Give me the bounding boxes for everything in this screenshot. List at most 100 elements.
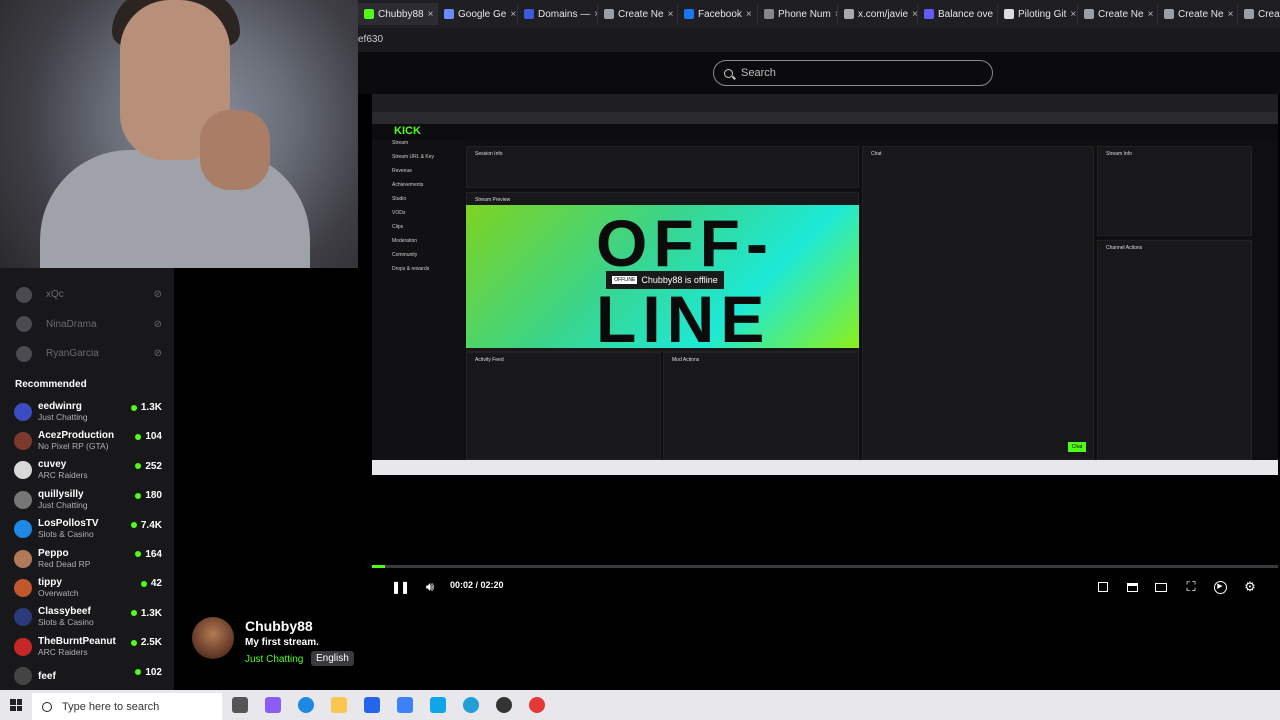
settings-button[interactable]: ⚙ xyxy=(1240,576,1260,598)
avatar xyxy=(14,637,32,656)
viewer-count: 102 xyxy=(135,667,162,678)
stream-info-bar xyxy=(174,606,1280,690)
miniplayer-button[interactable] xyxy=(1122,576,1142,598)
viewer-count: 1.3K xyxy=(131,402,162,413)
facebook-icon xyxy=(684,9,694,19)
viewer-count: 104 xyxy=(135,431,162,442)
browser-tab[interactable]: Domains —× xyxy=(518,3,598,25)
copilot-icon[interactable] xyxy=(265,697,281,713)
embedded-nav-item: Moderation xyxy=(392,238,418,244)
sidebar-item-recommended[interactable]: cuvey ARC Raiders 252 xyxy=(0,456,174,485)
github-icon xyxy=(1004,9,1014,19)
viewer-count: 42 xyxy=(141,578,162,589)
store-icon[interactable] xyxy=(364,697,380,713)
sidebar-item-recommended[interactable]: Classybeef Slots & Casino 1.3K xyxy=(0,603,174,632)
tab-label: Facebook xyxy=(698,8,742,20)
search-input[interactable]: Search xyxy=(713,60,993,86)
close-icon[interactable]: × xyxy=(428,9,434,20)
language-tag[interactable]: English xyxy=(311,651,354,666)
close-icon[interactable]: × xyxy=(668,9,674,20)
viewer-count: 7.4K xyxy=(131,520,162,531)
close-icon[interactable]: × xyxy=(1070,9,1076,20)
app-icon[interactable] xyxy=(529,697,545,713)
browser-tab[interactable]: Create Ne × xyxy=(598,3,678,25)
tab-label: Piloting Git xyxy=(1018,8,1067,20)
tab-label: Domains — xyxy=(538,8,591,20)
session-info-title: Session Info xyxy=(475,151,503,157)
avatar xyxy=(16,345,32,362)
address-text: ef630 xyxy=(358,34,384,45)
sidebar-item-followed[interactable]: RyanGarcia ⊘ xyxy=(0,339,174,369)
taskbar-search[interactable]: Type here to search xyxy=(32,693,222,720)
browser-tab[interactable]: Balance ove× xyxy=(918,3,998,25)
channel-name: AcezProduction xyxy=(38,430,115,442)
embedded-nav-item: Drops & rewards xyxy=(392,266,430,272)
channel-name: eedwinrg xyxy=(38,400,82,412)
channel-name: Classybeef xyxy=(38,606,91,618)
browser-tab[interactable]: x.com/javie × xyxy=(838,3,918,25)
address-bar[interactable]: ef630 xyxy=(358,28,1280,52)
offline-tag: OFFLINE xyxy=(612,276,638,284)
close-icon[interactable]: × xyxy=(1228,9,1234,20)
channel-category: Just Chatting xyxy=(38,499,88,510)
close-icon[interactable]: × xyxy=(746,9,752,20)
file-explorer-icon[interactable] xyxy=(331,697,347,713)
balance-icon xyxy=(924,9,934,19)
recommended-list: eedwinrg Just Chatting 1.3K AcezProduction N… xyxy=(0,397,174,690)
browser-tab[interactable]: Create Ne × xyxy=(1078,3,1158,25)
fullscreen-icon: ⛶ xyxy=(1186,579,1196,594)
sidebar-item-recommended[interactable]: feef 102 xyxy=(0,662,174,690)
browser-tab[interactable]: Creat× xyxy=(1238,3,1280,25)
progress-bar[interactable] xyxy=(372,565,1278,568)
browser-tab[interactable]: Create Ne × xyxy=(1158,3,1238,25)
recommended-title: Recommended xyxy=(15,379,87,390)
task-view-icon[interactable] xyxy=(232,697,248,713)
sidebar-item-recommended[interactable]: LosPollosTV Slots & Casino 7.4K xyxy=(0,515,174,544)
sidebar-item-recommended[interactable]: tippy Overwatch 42 xyxy=(0,573,174,602)
pause-button[interactable]: ❚❚ xyxy=(390,576,410,598)
browser-tab[interactable]: Facebook × xyxy=(678,3,758,25)
category-link[interactable]: Just Chatting xyxy=(245,654,303,665)
outlook-icon[interactable] xyxy=(397,697,413,713)
edge-icon[interactable] xyxy=(298,697,314,713)
sidebar-item-followed[interactable]: xQc ⊘ xyxy=(0,280,174,310)
tab-label: Google Ge xyxy=(458,8,507,20)
telegram-icon[interactable] xyxy=(463,697,479,713)
kick-icon xyxy=(364,9,374,19)
create-icon xyxy=(1244,9,1254,19)
sidebar-item-recommended[interactable]: Peppo Red Dead RP 164 xyxy=(0,544,174,573)
avatar xyxy=(14,520,32,539)
theater-mode-button[interactable] xyxy=(1093,576,1113,598)
sidebar-item-recommended[interactable]: eedwinrg Just Chatting 1.3K xyxy=(0,397,174,426)
windows-start-button[interactable] xyxy=(10,699,22,711)
sidebar-item-recommended[interactable]: AcezProduction No Pixel RP (GTA) 104 xyxy=(0,426,174,455)
sidebar-item-recommended[interactable]: quillysilly Just Chatting 180 xyxy=(0,485,174,514)
chatgpt-icon[interactable] xyxy=(496,697,512,713)
chat-panel: Chat xyxy=(862,146,1094,460)
fullscreen-button[interactable]: ⛶ xyxy=(1181,576,1201,598)
vscode-icon[interactable] xyxy=(430,697,446,713)
sidebar-item-followed[interactable]: NinaDrama ⊘ xyxy=(0,310,174,340)
browser-tab[interactable]: Chubby88 × xyxy=(358,3,438,25)
sidebar-item-recommended[interactable]: TheBurntPeanut ARC Raiders 2.5K xyxy=(0,632,174,661)
avatar xyxy=(14,667,32,686)
browser-tab[interactable]: Phone Num× xyxy=(758,3,838,25)
close-icon[interactable]: × xyxy=(510,9,516,20)
channel-category: ARC Raiders xyxy=(38,470,88,481)
wide-mode-button[interactable] xyxy=(1151,576,1171,598)
chat-title: Chat xyxy=(871,151,882,157)
search-icon xyxy=(724,68,733,78)
create-icon xyxy=(604,9,614,19)
browser-tab[interactable]: Piloting Git × xyxy=(998,3,1078,25)
volume-button[interactable]: 🔊︎ xyxy=(420,576,440,598)
stream-info-title: Stream Info xyxy=(1106,151,1132,157)
mod-actions-title: Mod Actions xyxy=(672,357,700,363)
streamer-name[interactable]: Chubby88 xyxy=(245,618,313,634)
close-icon[interactable]: × xyxy=(1148,9,1154,20)
playback-speed-button[interactable]: ▶ xyxy=(1210,576,1230,598)
close-icon[interactable]: × xyxy=(912,9,917,20)
channel-name: cuvey xyxy=(38,459,67,471)
offline-icon: ⊘ xyxy=(153,348,162,360)
browser-tab[interactable]: Google Ge × xyxy=(438,3,518,25)
streamer-avatar[interactable] xyxy=(192,617,234,659)
